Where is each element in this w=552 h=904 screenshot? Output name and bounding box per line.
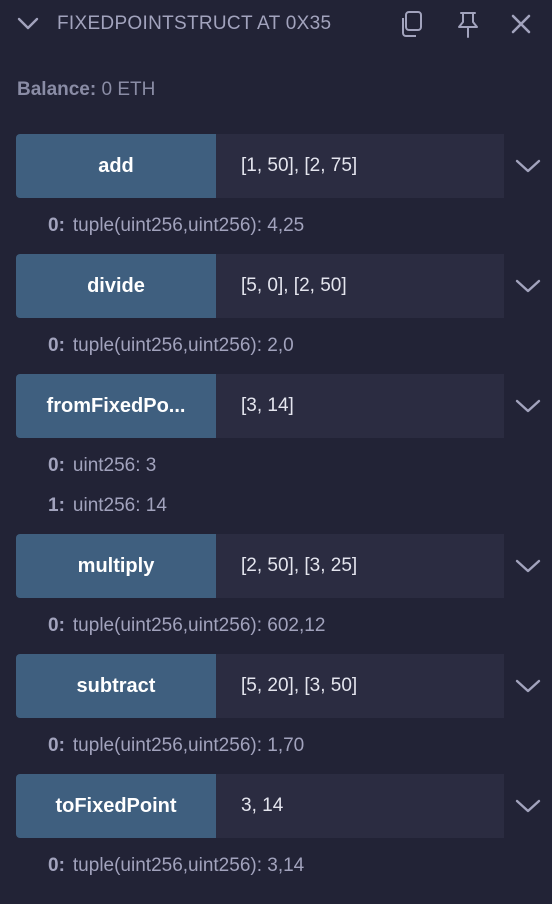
to-fixed-point-button[interactable]: toFixedPoint [16, 774, 216, 838]
from-fixed-point-input[interactable] [216, 374, 504, 438]
contract-title: FIXEDPOINTSTRUCT AT 0X35 [57, 13, 332, 34]
subtract-button[interactable]: subtract [16, 654, 216, 718]
chevron-down-icon[interactable] [504, 374, 552, 438]
output-index: 0: [48, 335, 65, 356]
close-icon[interactable] [505, 8, 537, 40]
output-index: 0: [48, 735, 65, 756]
to-fixed-point-input[interactable] [216, 774, 504, 838]
copy-icon[interactable] [396, 8, 428, 40]
output-line: 0: tuple(uint256,uint256): 2,0 [48, 335, 294, 357]
balance-value: 0 ETH [101, 79, 156, 100]
divide-input[interactable] [216, 254, 504, 318]
multiply-input[interactable] [216, 534, 504, 598]
output-index: 0: [48, 855, 65, 876]
output-value: uint256: 14 [72, 495, 167, 516]
function-row-to-fixed-point: toFixedPoint [16, 774, 552, 838]
output-value: uint256: 3 [72, 455, 157, 476]
output-line: 0: tuple(uint256,uint256): 3,14 [48, 855, 304, 877]
output-line: 0: tuple(uint256,uint256): 1,70 [48, 735, 304, 757]
function-row-multiply: multiply [16, 534, 552, 598]
output-value: tuple(uint256,uint256): 602,12 [72, 615, 326, 636]
balance-display: Balance: 0 ETH [17, 79, 155, 101]
output-index: 1: [48, 495, 65, 516]
pin-icon[interactable] [452, 8, 484, 40]
divide-button[interactable]: divide [16, 254, 216, 318]
chevron-down-icon[interactable] [504, 654, 552, 718]
function-row-subtract: subtract [16, 654, 552, 718]
output-value: tuple(uint256,uint256): 1,70 [72, 735, 305, 756]
function-row-from-fixed-point: fromFixedPo... [16, 374, 552, 438]
output-index: 0: [48, 615, 65, 636]
output-index: 0: [48, 215, 65, 236]
output-index: 0: [48, 455, 65, 476]
from-fixed-point-button[interactable]: fromFixedPo... [16, 374, 216, 438]
chevron-down-icon[interactable] [504, 134, 552, 198]
chevron-down-icon[interactable] [16, 14, 40, 34]
output-line: 0: tuple(uint256,uint256): 4,25 [48, 215, 304, 237]
output-line: 0: uint256: 3 [48, 455, 156, 477]
chevron-down-icon[interactable] [504, 774, 552, 838]
chevron-down-icon[interactable] [504, 254, 552, 318]
chevron-down-icon[interactable] [504, 534, 552, 598]
add-button[interactable]: add [16, 134, 216, 198]
output-value: tuple(uint256,uint256): 2,0 [72, 335, 294, 356]
output-value: tuple(uint256,uint256): 3,14 [72, 855, 305, 876]
add-input[interactable] [216, 134, 504, 198]
output-line: 1: uint256: 14 [48, 495, 167, 517]
multiply-button[interactable]: multiply [16, 534, 216, 598]
contract-header: FIXEDPOINTSTRUCT AT 0X35 [0, 0, 552, 50]
function-row-divide: divide [16, 254, 552, 318]
output-line: 0: tuple(uint256,uint256): 602,12 [48, 615, 325, 637]
output-value: tuple(uint256,uint256): 4,25 [72, 215, 305, 236]
balance-label: Balance: [17, 79, 97, 100]
function-row-add: add [16, 134, 552, 198]
subtract-input[interactable] [216, 654, 504, 718]
